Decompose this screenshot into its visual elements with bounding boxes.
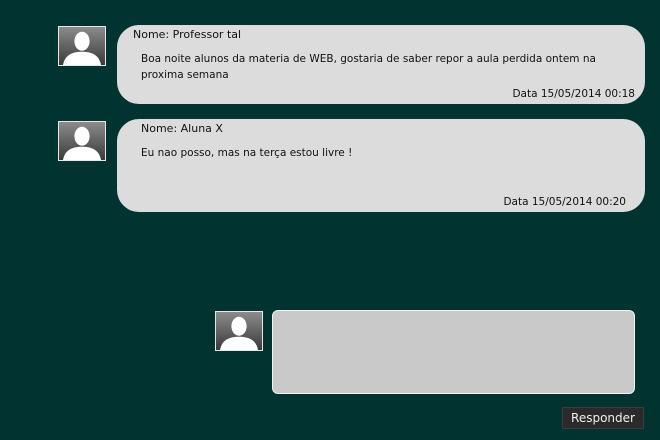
reply-button[interactable]: Responder xyxy=(562,407,644,429)
user-silhouette-icon xyxy=(63,31,101,65)
message-sender-name: Nome: Professor tal xyxy=(133,28,242,41)
avatar xyxy=(58,121,106,161)
user-silhouette-icon xyxy=(220,316,258,350)
message-bubble: Nome: Aluna X Eu nao posso, mas na terça… xyxy=(117,119,645,212)
message-date: Data 15/05/2014 00:18 xyxy=(512,88,635,100)
user-silhouette-icon xyxy=(63,126,101,160)
message-text: Boa noite alunos da materia de WEB, gost… xyxy=(141,53,596,81)
avatar xyxy=(58,26,106,66)
message-date: Data 15/05/2014 00:20 xyxy=(503,196,626,208)
message-text: Eu nao posso, mas na terça estou livre ! xyxy=(141,147,353,159)
reply-avatar xyxy=(215,311,263,351)
message-sender-name: Nome: Aluna X xyxy=(141,122,223,135)
message-bubble: Nome: Professor tal Boa noite alunos da … xyxy=(117,25,645,104)
reply-input[interactable] xyxy=(272,310,635,394)
